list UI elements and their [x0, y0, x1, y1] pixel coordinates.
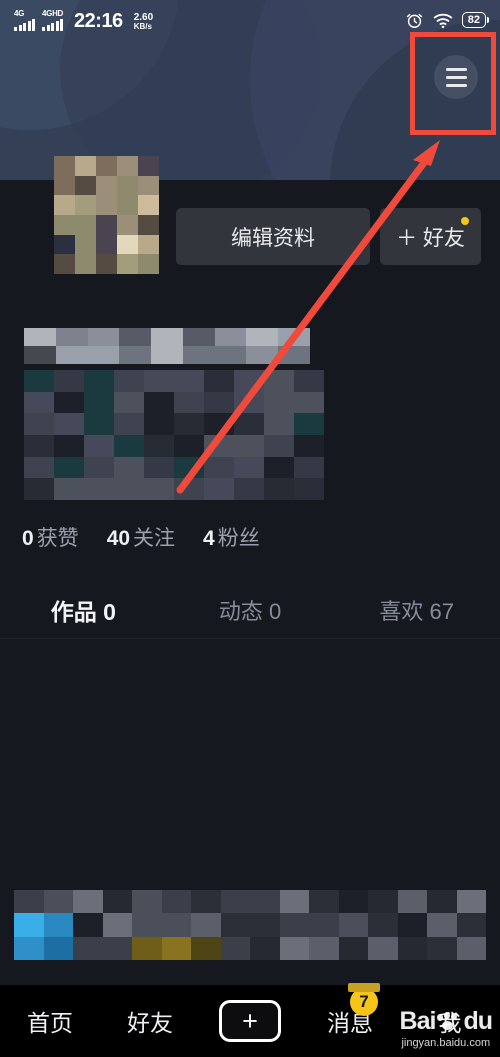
wifi-icon	[433, 13, 452, 28]
stat-likes[interactable]: 0 获赞	[22, 522, 79, 552]
tab-dynamics[interactable]: 动态 0	[167, 585, 334, 635]
create-button[interactable]: +	[215, 1000, 285, 1042]
tab-works[interactable]: 作品 0	[0, 585, 167, 635]
battery-indicator: 82	[461, 12, 490, 28]
stat-fans-count: 4	[203, 527, 215, 550]
profile-section: 编辑资料 ＋ 好友	[0, 156, 500, 530]
stat-fans-label: 粉丝	[217, 527, 260, 550]
signal-bars-icon	[42, 18, 63, 31]
baidu-brand-text: Bai	[399, 1007, 437, 1035]
baidu-watermark: Bai du jingyan.baidu.com	[399, 1007, 493, 1049]
edit-profile-button[interactable]: 编辑资料	[176, 208, 370, 265]
phone-screen: 4G 4GHD 22:16 2.60 KB/s 82 编辑资料 ＋ 好友 0 获…	[0, 0, 500, 1057]
baidu-logo: Bai du	[399, 1007, 493, 1036]
network-speed-value: 2.60	[133, 11, 154, 23]
nav-item-home[interactable]: 首页	[0, 1004, 100, 1038]
status-bar: 4G 4GHD 22:16 2.60 KB/s 82	[0, 0, 500, 40]
status-bar-left: 4G 4GHD 22:16 2.60 KB/s	[14, 8, 154, 32]
signal-2-label: 4GHD	[42, 8, 64, 18]
stat-fans[interactable]: 4 粉丝	[203, 522, 260, 552]
status-bar-clock: 22:16	[74, 9, 123, 32]
baidu-watermark-url: jingyan.baidu.com	[401, 1037, 491, 1049]
nav-item-friends[interactable]: 好友	[100, 1004, 200, 1038]
signal-indicator-2: 4GHD	[42, 8, 64, 31]
avatar-mosaic	[54, 156, 159, 274]
avatar[interactable]	[54, 156, 159, 274]
notification-dot-icon	[461, 217, 469, 225]
bio-mosaic	[24, 370, 324, 500]
signal-1-label: 4G	[14, 8, 25, 18]
bottom-content-mosaic	[14, 890, 486, 960]
stat-following-count: 40	[106, 527, 131, 550]
stat-following-label: 关注	[133, 527, 176, 550]
username-mosaic	[24, 328, 310, 364]
add-friend-label: ＋ 好友	[396, 226, 465, 250]
network-speed-unit: KB/s	[133, 21, 152, 31]
content-area	[0, 639, 500, 879]
signal-indicator-1: 4G	[14, 8, 35, 31]
stat-likes-count: 0	[22, 527, 34, 550]
plus-icon: +	[242, 1005, 258, 1036]
profile-action-buttons: 编辑资料 ＋ 好友	[176, 208, 481, 265]
nav-item-messages[interactable]: 消息 7	[300, 983, 400, 1038]
stat-likes-label: 获赞	[36, 527, 79, 550]
profile-stats: 0 获赞 40 关注 4 粉丝	[22, 522, 260, 552]
baidu-brand-suffix: du	[463, 1007, 493, 1035]
tab-likes[interactable]: 喜欢 67	[333, 585, 500, 635]
nav-item-create[interactable]: +	[200, 1000, 300, 1042]
stat-following[interactable]: 40 关注	[107, 522, 175, 552]
messages-badge: 7	[348, 983, 380, 1016]
network-speed: 2.60 KB/s	[133, 11, 154, 31]
baidu-paw-icon	[436, 1011, 462, 1032]
status-bar-right: 82	[405, 11, 490, 30]
hamburger-menu-icon[interactable]	[434, 55, 478, 99]
alarm-clock-icon	[406, 13, 422, 28]
content-tabs: 作品 0 动态 0 喜欢 67	[0, 585, 500, 635]
signal-bars-icon	[14, 18, 35, 31]
add-friend-button[interactable]: ＋ 好友	[380, 208, 481, 265]
